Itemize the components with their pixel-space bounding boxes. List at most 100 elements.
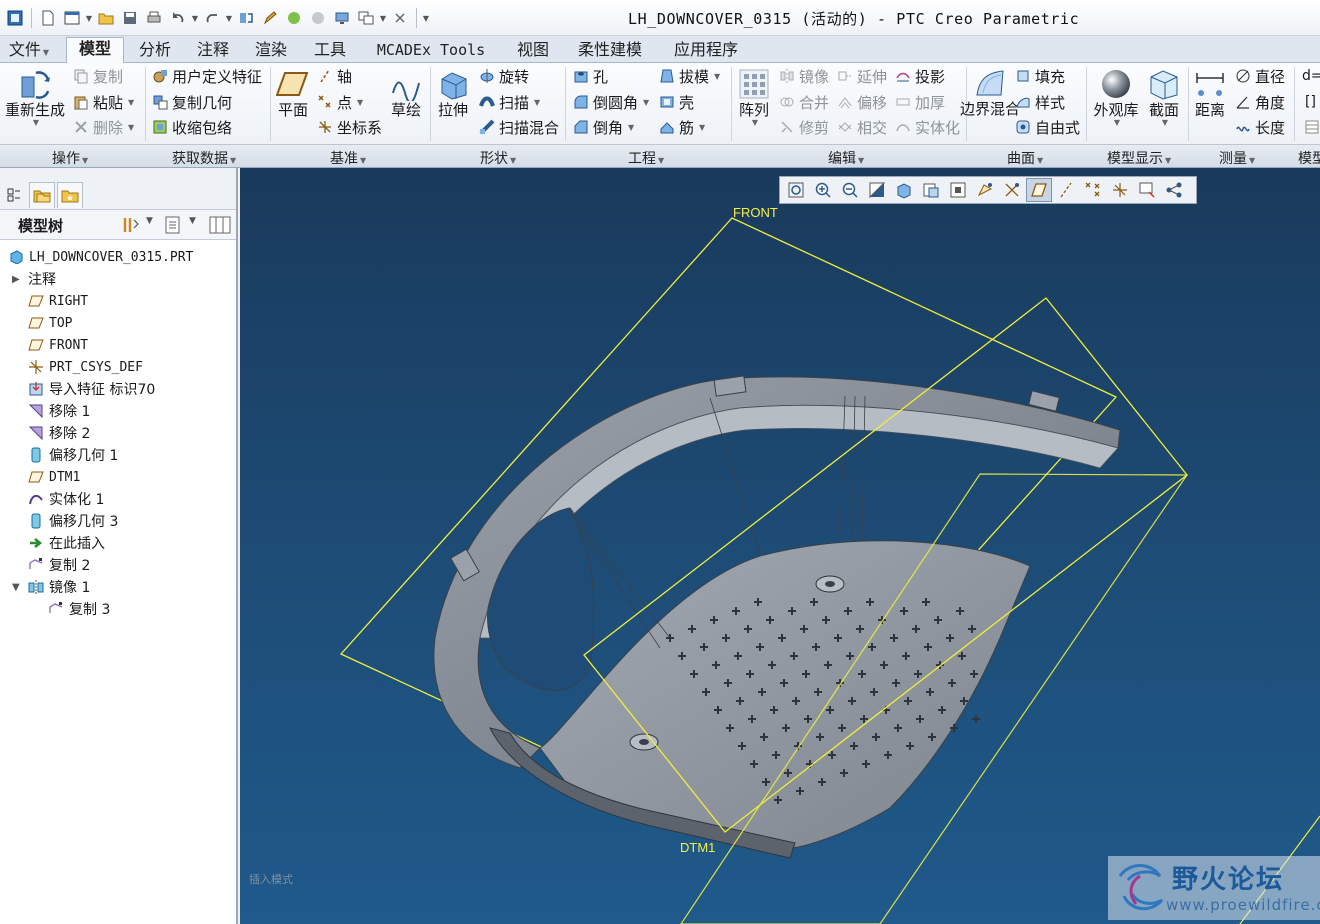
tree-tab-icon[interactable] — [1, 182, 27, 208]
mirror-button[interactable]: 镜像 — [778, 65, 829, 87]
intersect-button[interactable]: 相交 — [836, 116, 887, 138]
chevron-down-icon[interactable]: ▼ — [752, 118, 758, 127]
collapse-arrow-icon[interactable]: ▼ — [12, 582, 20, 593]
tree-item-front[interactable]: FRONT — [28, 334, 88, 356]
tab-mcadex-tools[interactable]: MCADEx Tools — [366, 39, 496, 63]
tree-item-import-feature[interactable]: 导入特征 标识70 — [28, 378, 155, 400]
chevron-down-icon[interactable]: ▼ — [33, 118, 39, 127]
view-manager-icon[interactable] — [945, 178, 971, 202]
graphics-window[interactable]: FRONT DTM1 插入模式 野火论坛 www.proewildfire.cn — [240, 168, 1320, 924]
regenerate-button[interactable]: 重新生成 ▼ — [4, 67, 66, 127]
display-icon[interactable] — [331, 7, 353, 29]
refit-icon[interactable] — [783, 178, 809, 202]
group-datum[interactable]: 基准 ▼ — [330, 148, 366, 168]
appearance-gallery-button[interactable]: 外观库 ▼ — [1092, 67, 1140, 127]
tree-item-remove-1[interactable]: 移除 1 — [28, 400, 90, 422]
axis-button[interactable]: 轴 — [316, 65, 352, 87]
repaint-icon[interactable] — [864, 178, 890, 202]
shell-button[interactable]: 壳 — [658, 91, 694, 113]
saved-views-icon[interactable] — [918, 178, 944, 202]
tab-view[interactable]: 视图 — [508, 39, 558, 63]
tree-item-offset-geom-1[interactable]: 偏移几何 1 — [28, 444, 118, 466]
close-window-icon[interactable] — [389, 7, 411, 29]
chevron-down-icon[interactable]: ▼ — [146, 216, 153, 226]
tab-annotate[interactable]: 注释 — [188, 39, 238, 63]
trim-button[interactable]: 修剪 — [778, 116, 829, 138]
open-folder-icon[interactable] — [95, 7, 117, 29]
tab-tools[interactable]: 工具 — [305, 39, 355, 63]
windows-icon[interactable] — [355, 7, 377, 29]
chevron-down-icon[interactable]: ▼ — [191, 14, 199, 23]
style-button[interactable]: 样式 — [1014, 91, 1065, 113]
customize-toolbar-icon[interactable]: ▼ — [422, 14, 430, 23]
tree-item-part[interactable]: LH_DOWNCOVER_0315.PRT — [8, 246, 193, 268]
chevron-down-icon[interactable]: ▼ — [379, 14, 387, 23]
point-display-icon[interactable] — [1080, 178, 1106, 202]
spin-center-icon[interactable] — [1134, 178, 1160, 202]
chamfer-button[interactable]: 倒角 ▼ — [572, 116, 634, 138]
new-file-icon[interactable] — [37, 7, 59, 29]
model-intent-icon[interactable]: d= — [1302, 65, 1320, 87]
angle-button[interactable]: 角度 — [1234, 91, 1285, 113]
table-icon[interactable] — [1305, 116, 1319, 138]
group-surfaces[interactable]: 曲面 ▼ — [1007, 148, 1043, 168]
folder-browser-tab-icon[interactable] — [29, 182, 55, 208]
diameter-button[interactable]: 直径 — [1234, 65, 1285, 87]
freestyle-button[interactable]: 自由式 — [1014, 116, 1080, 138]
chevron-down-icon[interactable]: ▼ — [1162, 118, 1168, 127]
chevron-down-icon[interactable]: ▼ — [189, 216, 196, 226]
tree-item-annotations[interactable]: 注释 — [28, 268, 56, 290]
tab-analysis[interactable]: 分析 — [130, 39, 180, 63]
group-editing[interactable]: 编辑 ▼ — [828, 148, 864, 168]
gray-sphere-icon[interactable] — [307, 7, 329, 29]
datum-display-filters-icon[interactable] — [999, 178, 1025, 202]
tab-render[interactable]: 渲染 — [246, 39, 296, 63]
extend-button[interactable]: 延伸 — [836, 65, 887, 87]
favorites-tab-icon[interactable] — [57, 182, 83, 208]
print-icon[interactable] — [143, 7, 165, 29]
copy-geometry-button[interactable]: 复制几何 — [151, 91, 232, 113]
display-style-icon[interactable] — [891, 178, 917, 202]
tab-file[interactable]: 文件 ▼ — [3, 39, 55, 63]
swept-blend-button[interactable]: 扫描混合 — [478, 116, 559, 138]
fill-button[interactable]: 填充 — [1014, 65, 1065, 87]
app-menu-icon[interactable] — [4, 7, 26, 29]
paste-button[interactable]: 粘贴 ▼ — [72, 91, 134, 113]
section-button[interactable]: 截面 ▼ — [1146, 67, 1182, 127]
tree-item-remove-2[interactable]: 移除 2 — [28, 422, 90, 444]
copy-button[interactable]: 复制 — [72, 65, 123, 87]
rib-button[interactable]: 筋 ▼ — [658, 116, 705, 138]
thicken-button[interactable]: 加厚 — [894, 91, 945, 113]
chevron-down-icon[interactable]: ▼ — [225, 14, 233, 23]
length-button[interactable]: 长度 — [1234, 116, 1285, 138]
distance-button[interactable]: 距离 — [1192, 67, 1228, 118]
sketch-button[interactable]: 草绘 — [388, 67, 424, 118]
open-window-icon[interactable] — [61, 7, 83, 29]
group-get-data[interactable]: 获取数据 ▼ — [172, 148, 236, 168]
group-model-intent[interactable]: 模型 — [1298, 148, 1320, 168]
plane-button[interactable]: 平面 — [276, 67, 310, 118]
tree-item-mirror-1[interactable]: 镜像 1 — [28, 576, 90, 598]
point-button[interactable]: 点 ▼ — [316, 91, 363, 113]
redo-icon[interactable] — [201, 7, 223, 29]
expand-arrow-icon[interactable]: ▶ — [12, 274, 20, 285]
draft-button[interactable]: 拔模 ▼ — [658, 65, 720, 87]
boundary-blend-button[interactable]: 边界混合 — [960, 67, 1020, 117]
shrinkwrap-button[interactable]: 收缩包络 — [151, 116, 232, 138]
pattern-button[interactable]: 阵列 ▼ — [736, 67, 772, 127]
tree-item-dtm1[interactable]: DTM1 — [28, 466, 80, 488]
tree-item-insert-here[interactable]: 在此插入 — [28, 532, 105, 554]
chevron-down-icon[interactable]: ▼ — [85, 14, 93, 23]
tab-model[interactable]: 模型 — [66, 37, 124, 64]
tree-item-copy-3[interactable]: 复制 3 — [48, 598, 110, 620]
tree-item-copy-2[interactable]: 复制 2 — [28, 554, 90, 576]
edit-pencil-icon[interactable] — [259, 7, 281, 29]
tab-applications[interactable]: 应用程序 — [664, 39, 748, 63]
tree-item-top[interactable]: TOP — [28, 312, 72, 334]
project-button[interactable]: 投影 — [894, 65, 945, 87]
tree-item-right[interactable]: RIGHT — [28, 290, 88, 312]
show-menu-icon[interactable] — [165, 216, 181, 238]
revolve-button[interactable]: 旋转 — [478, 65, 529, 87]
csys-display-icon[interactable] — [1107, 178, 1133, 202]
save-icon[interactable] — [119, 7, 141, 29]
